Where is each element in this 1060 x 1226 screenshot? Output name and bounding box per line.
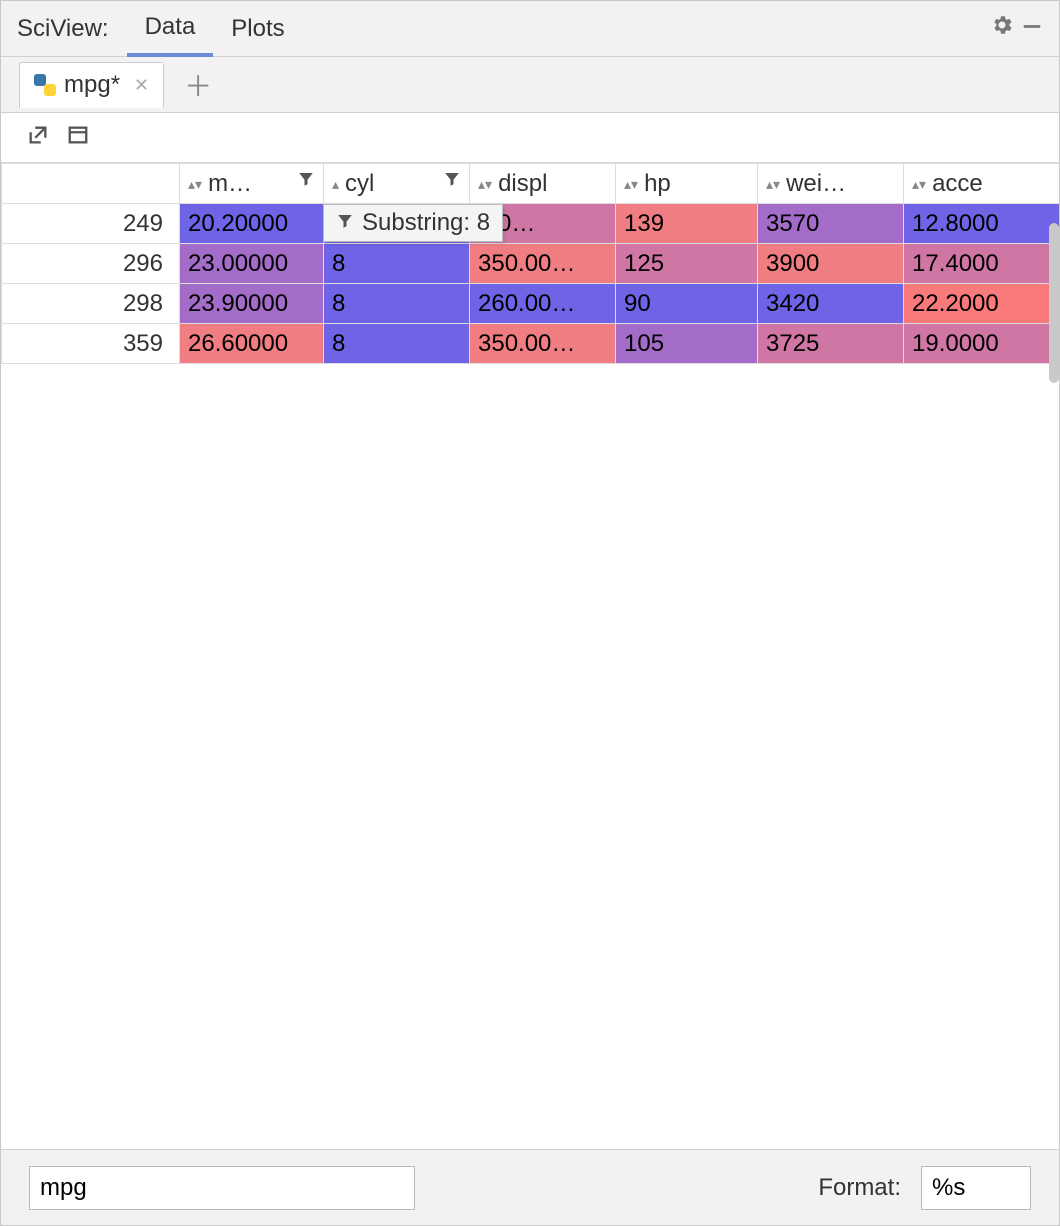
row-index: 296 <box>2 244 180 284</box>
sort-icon: ▴▾ <box>478 176 492 193</box>
column-header-wei[interactable]: ▴▾ wei… <box>758 164 904 204</box>
cell-acce[interactable]: 12.8000 <box>904 204 1060 244</box>
row-index: 249 <box>2 204 180 244</box>
cell-mpg[interactable]: 20.20000 <box>180 204 324 244</box>
sort-icon: ▴▾ <box>188 176 202 193</box>
filter-icon[interactable] <box>443 170 461 193</box>
tab-data[interactable]: Data <box>127 2 214 57</box>
column-label: acce <box>932 170 983 197</box>
expression-input[interactable] <box>29 1166 415 1210</box>
data-grid[interactable]: ▴▾ m… ▴ cyl ▴▾ displ ▴▾ hp ▴▾ wei… ▴▾ acce 24920.20… <box>1 163 1059 364</box>
column-header-cyl[interactable]: ▴ cyl <box>324 164 470 204</box>
cell-wei[interactable]: 3570 <box>758 204 904 244</box>
sort-asc-icon: ▴ <box>332 176 339 193</box>
panel-header: SciView: Data Plots <box>1 1 1059 57</box>
filter-tooltip: Substring: 8 <box>323 204 503 242</box>
cell-displ[interactable]: 350.00… <box>470 324 616 364</box>
open-external-icon[interactable] <box>27 124 49 152</box>
sort-icon: ▴▾ <box>912 176 926 193</box>
cell-wei[interactable]: 3900 <box>758 244 904 284</box>
cell-displ[interactable]: 260.00… <box>470 284 616 324</box>
column-label: cyl <box>345 170 374 197</box>
table-row[interactable]: 35926.600008350.00…105372519.0000 <box>2 324 1060 364</box>
cell-displ[interactable]: 350.00… <box>470 244 616 284</box>
bottom-bar: Format: <box>1 1149 1059 1225</box>
cell-acce[interactable]: 17.4000 <box>904 244 1060 284</box>
column-label: displ <box>498 170 547 197</box>
sort-icon: ▴▾ <box>624 176 638 193</box>
cell-cyl[interactable]: 8 <box>324 324 470 364</box>
cell-wei[interactable]: 3725 <box>758 324 904 364</box>
format-label: Format: <box>818 1174 901 1202</box>
column-header-acce[interactable]: ▴▾ acce <box>904 164 1060 204</box>
column-header-displ[interactable]: ▴▾ displ <box>470 164 616 204</box>
cell-mpg[interactable]: 23.00000 <box>180 244 324 284</box>
table-row[interactable]: 24920.200008.00…139357012.8000 <box>2 204 1060 244</box>
cell-acce[interactable]: 19.0000 <box>904 324 1060 364</box>
window-icon[interactable] <box>67 124 89 152</box>
sort-icon: ▴▾ <box>766 176 780 193</box>
vertical-scrollbar[interactable] <box>1049 223 1059 383</box>
file-tab-label: mpg* <box>64 71 120 99</box>
minimize-icon[interactable] <box>1017 13 1047 44</box>
tab-plots[interactable]: Plots <box>213 1 302 56</box>
python-icon <box>34 74 56 96</box>
column-header-mpg[interactable]: ▴▾ m… <box>180 164 324 204</box>
gear-icon[interactable] <box>987 13 1017 44</box>
cell-hp[interactable]: 125 <box>616 244 758 284</box>
tab-data-label: Data <box>145 13 196 41</box>
filter-icon <box>336 212 354 235</box>
format-input[interactable] <box>921 1166 1031 1210</box>
data-grid-wrapper: ▴▾ m… ▴ cyl ▴▾ displ ▴▾ hp ▴▾ wei… ▴▾ acce 24920.20… <box>1 163 1059 1149</box>
cell-hp[interactable]: 139 <box>616 204 758 244</box>
add-tab-button[interactable]: ＋ <box>184 65 212 105</box>
cell-hp[interactable]: 90 <box>616 284 758 324</box>
file-tab-row: mpg* ✕ ＋ <box>1 57 1059 113</box>
cell-cyl[interactable]: 8 <box>324 284 470 324</box>
cell-acce[interactable]: 22.2000 <box>904 284 1060 324</box>
cell-cyl[interactable]: 8 <box>324 244 470 284</box>
filter-tooltip-text: Substring: 8 <box>362 209 490 237</box>
sciview-panel: SciView: Data Plots mpg* ✕ ＋ <box>0 0 1060 1226</box>
panel-title: SciView: <box>17 15 109 43</box>
filter-icon[interactable] <box>297 170 315 193</box>
cell-wei[interactable]: 3420 <box>758 284 904 324</box>
column-header-idx[interactable] <box>2 164 180 204</box>
row-index: 359 <box>2 324 180 364</box>
close-icon[interactable]: ✕ <box>134 75 149 96</box>
column-label: m… <box>208 170 252 197</box>
cell-hp[interactable]: 105 <box>616 324 758 364</box>
file-tab-mpg[interactable]: mpg* ✕ <box>19 62 164 108</box>
column-label: wei… <box>786 170 846 197</box>
cell-mpg[interactable]: 23.90000 <box>180 284 324 324</box>
column-header-hp[interactable]: ▴▾ hp <box>616 164 758 204</box>
tab-plots-label: Plots <box>231 15 284 43</box>
grid-toolbar <box>1 113 1059 163</box>
table-row[interactable]: 29823.900008260.00…90342022.2000 <box>2 284 1060 324</box>
cell-mpg[interactable]: 26.60000 <box>180 324 324 364</box>
column-label: hp <box>644 170 671 197</box>
table-row[interactable]: 29623.000008350.00…125390017.4000 <box>2 244 1060 284</box>
row-index: 298 <box>2 284 180 324</box>
